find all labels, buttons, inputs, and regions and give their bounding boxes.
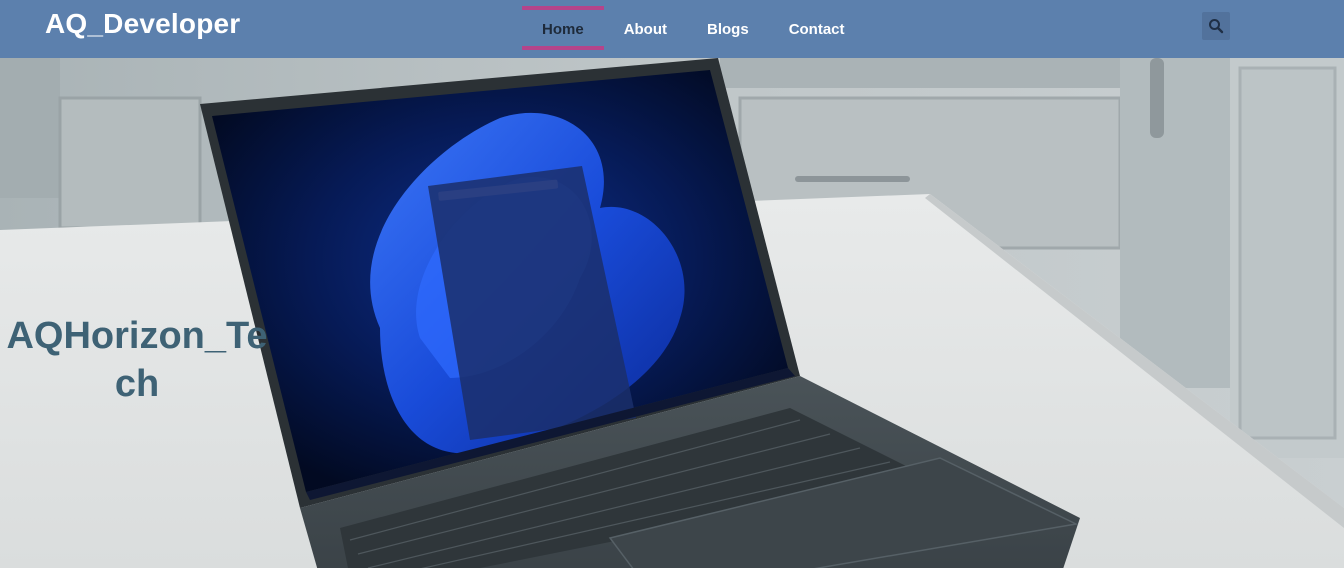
search-button[interactable]: [1202, 12, 1230, 40]
nav-home-link[interactable]: Home: [522, 0, 604, 58]
hero-title: AQHorizon_Tech: [6, 315, 268, 405]
search-icon: [1209, 19, 1224, 34]
nav-about-link[interactable]: About: [604, 0, 687, 58]
nav-blogs-link[interactable]: Blogs: [687, 0, 769, 58]
brand-logo-link[interactable]: AQ_Developer: [45, 8, 240, 40]
main-nav: Home About Blogs Contact: [522, 0, 865, 58]
hero-section: AQHorizon_Tech: [0, 58, 1344, 568]
nav-contact-link[interactable]: Contact: [769, 0, 865, 58]
navbar: AQ_Developer Home About Blogs Contact: [0, 0, 1344, 58]
